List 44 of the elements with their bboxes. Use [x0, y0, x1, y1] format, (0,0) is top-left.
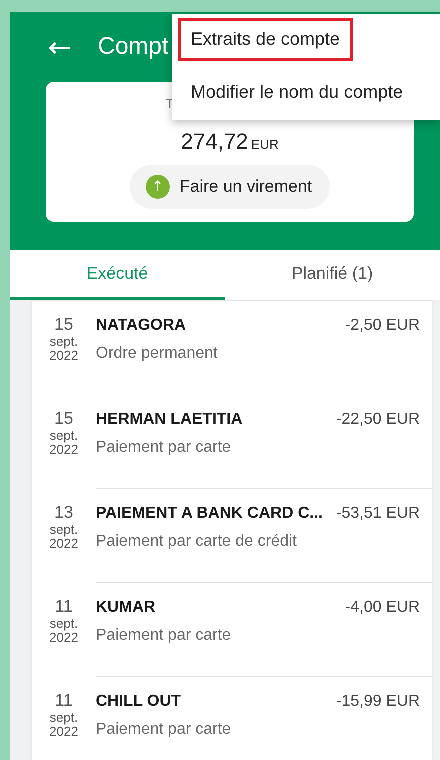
- payee-name: CHILL OUT: [96, 693, 182, 711]
- balance-currency: EUR: [251, 137, 279, 152]
- date-month: sept.: [50, 617, 78, 631]
- transaction-amount: -53,51 EUR: [336, 505, 420, 523]
- date-year: 2022: [50, 443, 78, 457]
- transaction-row[interactable]: 13 sept. 2022 PAIEMENT A BANK CARD C... -53,51 EUR Paiement par carte de crédit: [32, 489, 432, 583]
- date-day: 13: [54, 503, 74, 523]
- transaction-amount: -22,50 EUR: [336, 411, 420, 429]
- back-button[interactable]: ←: [46, 30, 74, 64]
- screen-title: Compt: [98, 33, 169, 61]
- transaction-type: Paiement par carte: [96, 721, 232, 739]
- transaction-row[interactable]: 11 sept. 2022 KUMAR -4,00 EUR Paiement par carte: [32, 583, 432, 677]
- date-day: 15: [54, 315, 74, 335]
- date-day: 15: [54, 409, 74, 429]
- date-year: 2022: [50, 725, 78, 739]
- transaction-type: Paiement par carte: [96, 439, 232, 457]
- arrow-up-icon: ↑: [146, 175, 170, 199]
- transfer-button[interactable]: ↑ Faire un virement: [130, 165, 330, 209]
- date-day: 11: [55, 597, 73, 617]
- date-year: 2022: [50, 631, 78, 645]
- date-year: 2022: [50, 537, 78, 551]
- transaction-type: Paiement par carte: [96, 627, 232, 645]
- transaction-amount: -15,99 EUR: [336, 693, 420, 711]
- transaction-type: Ordre permanent: [96, 345, 219, 363]
- transaction-type: Paiement par carte de crédit: [96, 533, 298, 551]
- date-month: sept.: [50, 523, 78, 537]
- transaction-row[interactable]: 15 sept. 2022 NATAGORA -2,50 EUR Ordre permanent: [32, 301, 432, 395]
- date-month: sept.: [50, 711, 78, 725]
- payee-name: KUMAR: [96, 599, 156, 617]
- date-year: 2022: [50, 349, 78, 363]
- transaction-amount: -4,00 EUR: [345, 599, 420, 617]
- payee-name: PAIEMENT A BANK CARD C...: [96, 505, 323, 523]
- balance-amount: 274,72: [181, 129, 248, 155]
- payee-name: HERMAN LAETITIA: [96, 411, 243, 429]
- date-day: 11: [55, 691, 73, 711]
- menu-item[interactable]: Modifier le nom du compte: [178, 71, 416, 114]
- transaction-row[interactable]: 15 sept. 2022 HERMAN LAETITIA -22,50 EUR Paiement par carte: [32, 395, 432, 489]
- menu-item[interactable]: Extraits de compte: [178, 18, 354, 61]
- transaction-row[interactable]: 11 sept. 2022 CHILL OUT -15,99 EUR Paiement par carte: [32, 677, 432, 760]
- transaction-amount: -2,50 EUR: [345, 317, 420, 335]
- date-month: sept.: [50, 429, 78, 443]
- tab[interactable]: Planifié (1): [225, 250, 440, 300]
- date-month: sept.: [50, 335, 78, 349]
- payee-name: NATAGORA: [96, 317, 186, 335]
